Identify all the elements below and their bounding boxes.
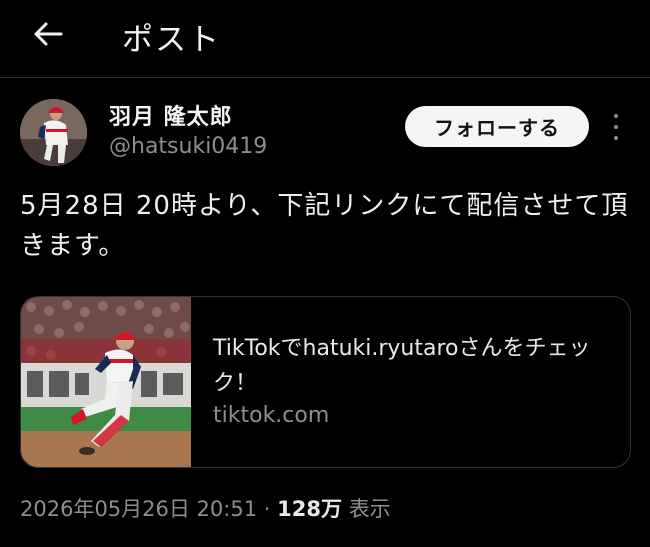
link-card-title: TikTokでhatuki.ryutaroさんをチェック！ [213, 336, 591, 396]
tweet-timestamp[interactable]: 2026年05月26日 20:51 [20, 497, 257, 521]
baseball-player-photo [21, 297, 191, 467]
views-count: 128万 [277, 497, 342, 521]
author-handle[interactable]: @hatsuki0419 [109, 134, 267, 159]
top-bar: ポスト [0, 0, 650, 78]
link-card-thumbnail [21, 297, 191, 467]
back-button[interactable] [24, 10, 72, 58]
follow-button[interactable]: フォローする [405, 106, 589, 147]
arrow-left-icon [34, 22, 63, 46]
link-preview-card[interactable]: TikTokでhatuki.ryutaroさんをチェック！ tiktok.com [20, 296, 631, 468]
author-display-name[interactable]: 羽月 隆太郎 [109, 99, 233, 131]
page-title: ポスト [122, 22, 221, 58]
tweet-meta: 2026年05月26日 20:51 · 128万 表示 [20, 493, 391, 523]
meta-separator: · [263, 497, 271, 521]
avatar-photo [20, 99, 87, 166]
link-card-domain: tiktok.com [213, 403, 330, 428]
more-dot-icon [614, 136, 618, 140]
avatar[interactable] [20, 99, 87, 166]
post-detail-page: ポスト 羽月 隆太郎 @hatsuki0419 フォローする 5月28日 20時… [0, 0, 650, 547]
more-dot-icon [614, 114, 618, 118]
tweet-text: 5月28日 20時より、下記リンクにて配信させて頂きます。 [20, 191, 629, 261]
more-options-button[interactable] [606, 110, 626, 144]
more-dot-icon [614, 125, 618, 129]
views-label: 表示 [348, 497, 391, 521]
